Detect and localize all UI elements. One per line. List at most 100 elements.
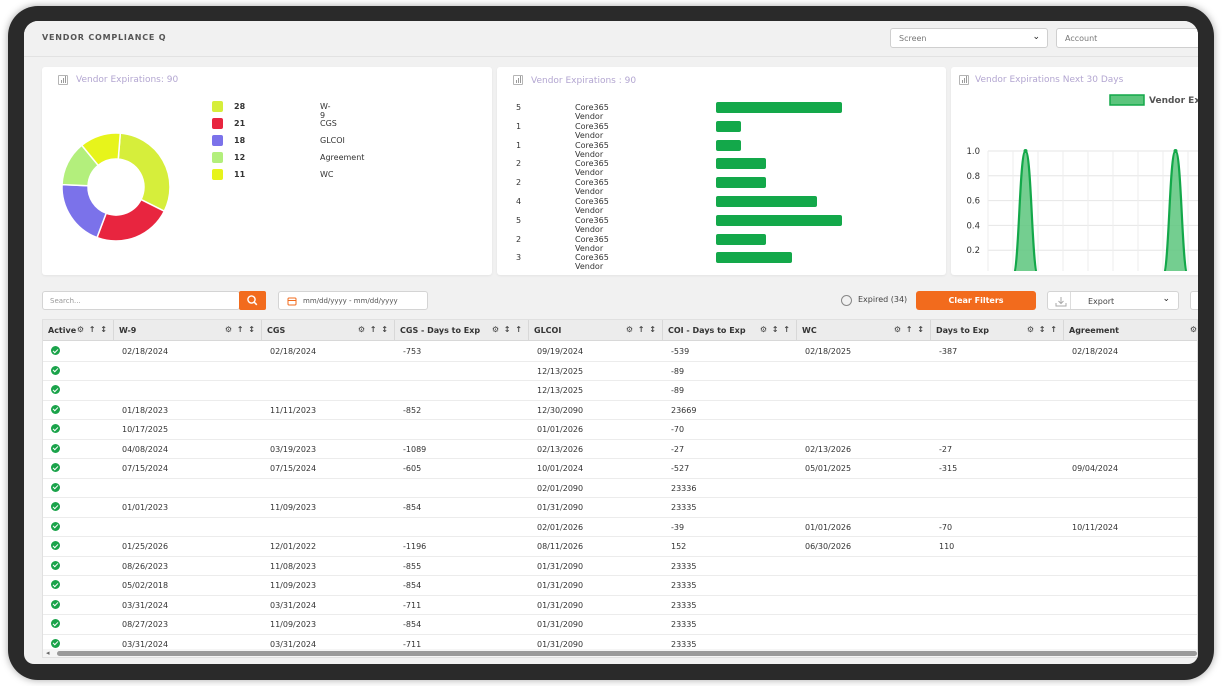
table-cell: 04/08/2024	[122, 444, 169, 454]
table-cell: 06/30/2026	[805, 542, 852, 551]
search-input[interactable]: Search...	[42, 291, 240, 310]
table-cell: 03/31/2024	[270, 639, 317, 649]
table-cell: 01/31/2090	[537, 503, 584, 512]
bar-mark[interactable]	[716, 252, 792, 264]
donut-slice-w-9[interactable]	[117, 132, 171, 213]
sort-icon[interactable]: ⚙ ↑ ↕	[626, 325, 657, 334]
legend-label: Agreement	[320, 153, 365, 162]
sort-icon[interactable]: ⚙ ↕ ↑	[492, 325, 523, 334]
column-header[interactable]: COI - Days to Exp ⚙ ↕ ↑	[663, 320, 797, 341]
table-row[interactable]: 08/26/2023 11/08/2023 -855 01/31/2090 23335	[43, 557, 1197, 576]
table-cell: 152	[671, 542, 687, 551]
table-row[interactable]: 07/15/2024 07/15/2024 -605 10/01/2024 -527 05…	[43, 459, 1197, 479]
bar-chart: 5 Core365 Vendor 1 Core365 Vendor 1 Core365 V…	[516, 99, 936, 271]
legend-label[interactable]: Vendor Exp	[1149, 96, 1198, 106]
table-cell: 09/19/2024	[537, 347, 584, 356]
table-cell: 01/31/2090	[537, 581, 584, 590]
bar-mark[interactable]	[716, 158, 767, 170]
clear-filters-button[interactable]: Clear Filters	[916, 291, 1036, 310]
table-cell: -387	[939, 347, 958, 356]
bar-chart-icon	[959, 75, 969, 85]
column-header[interactable]: W-9 ⚙ ↑ ↕	[114, 320, 262, 341]
legend-swatch	[212, 152, 223, 163]
bar-mark[interactable]	[716, 120, 742, 132]
table-row[interactable]: 02/18/2024 02/18/2024 -753 09/19/2024 -539 02…	[43, 342, 1197, 362]
column-header-label: WC	[802, 326, 817, 335]
column-header[interactable]: Agreement ⚙	[1064, 320, 1197, 341]
table-cell: 01/01/2026	[537, 425, 584, 434]
line-card-title: Vendor Expirations Next 30 Days	[975, 75, 1124, 85]
table-cell: 02/13/2026	[805, 444, 852, 454]
sort-icon[interactable]: ⚙ ↕ ↑	[760, 325, 791, 334]
table-row[interactable]: 02/01/2026 -39 01/01/2026 -70 10/11/2024	[43, 518, 1197, 537]
table-row[interactable]: 08/27/2023 11/09/2023 -854 01/31/2090 23335	[43, 615, 1197, 635]
column-header-label: Active	[48, 326, 77, 335]
table-cell: -854	[403, 503, 422, 512]
sort-icon[interactable]: ⚙ ↑ ↕	[894, 325, 925, 334]
scroll-left-icon[interactable]: ◂	[46, 649, 50, 657]
donut-slice-glcoi[interactable]	[61, 183, 108, 239]
legend-label: WC	[320, 170, 334, 179]
table-row[interactable]: 03/31/2024 03/31/2024 -711 01/31/2090 23335	[43, 596, 1197, 615]
sort-icon[interactable]: ⚙ ↑ ↕	[225, 325, 256, 334]
search-button[interactable]	[239, 291, 266, 310]
check-circle-icon	[51, 599, 60, 609]
legend-swatch	[212, 135, 223, 146]
table-cell: -89	[671, 366, 685, 376]
data-point[interactable]	[1173, 149, 1178, 153]
bar-category-label: Core365 Vendor	[575, 140, 609, 159]
date-range-input[interactable]: mm/dd/yyyy - mm/dd/yyyy	[278, 291, 428, 310]
column-header[interactable]: WC ⚙ ↑ ↕	[797, 320, 931, 341]
bar-count-label: 2	[516, 178, 522, 188]
data-point[interactable]	[1023, 149, 1028, 153]
table-row[interactable]: 05/02/2018 11/09/2023 -854 01/31/2090 23335	[43, 576, 1197, 596]
account-select[interactable]: Account	[1056, 28, 1198, 48]
column-header[interactable]: Active ⚙ ↑ ↕	[43, 320, 114, 341]
bar-category-label: Core365 Vendor	[575, 121, 609, 140]
column-header-label: W-9	[119, 326, 137, 335]
expired-radio[interactable]	[841, 295, 852, 306]
column-header-label: GLCOI	[534, 326, 562, 335]
column-header[interactable]: GLCOI ⚙ ↑ ↕	[529, 320, 663, 341]
horizontal-scrollbar[interactable]: ◂	[43, 649, 1197, 657]
bar-card: Vendor Expirations : 90 5 Core365 Vendor 1…	[497, 67, 946, 275]
bar-mark[interactable]	[716, 214, 842, 226]
scrollbar-thumb[interactable]	[57, 651, 1197, 656]
column-header[interactable]: Days to Exp ⚙ ↕ ↑	[931, 320, 1064, 341]
table-cell: 12/13/2025	[537, 366, 584, 376]
donut-slice-cgs[interactable]	[96, 198, 166, 242]
table-row[interactable]: 01/18/2023 11/11/2023 -852 12/30/2090 23669	[43, 401, 1197, 420]
table-cell: 01/31/2090	[537, 561, 584, 571]
bar-mark[interactable]	[716, 102, 842, 113]
table-cell: 02/01/2090	[537, 483, 584, 493]
sort-icon[interactable]: ⚙ ↑ ↕	[358, 325, 389, 334]
bar-mark[interactable]	[716, 139, 742, 151]
table-row[interactable]: 04/08/2024 03/19/2023 -1089 02/13/2026 -27 02…	[43, 440, 1197, 459]
bar-mark[interactable]	[716, 233, 767, 245]
table-cell: -539	[671, 347, 690, 356]
sort-icon[interactable]: ⚙	[1190, 325, 1197, 334]
bar-mark[interactable]	[716, 177, 767, 189]
column-header[interactable]: CGS ⚙ ↑ ↕	[262, 320, 395, 341]
table-cell: 23335	[671, 581, 697, 590]
screen-select[interactable]: Screen ⌄	[890, 28, 1048, 48]
export-select[interactable]: Export ⌄	[1047, 291, 1179, 310]
table-cell: 01/31/2090	[537, 600, 584, 610]
column-header[interactable]: CGS - Days to Exp ⚙ ↕ ↑	[395, 320, 529, 341]
sort-icon[interactable]: ⚙ ↕ ↑	[1027, 325, 1058, 334]
table-row[interactable]: 12/13/2025 -89	[43, 362, 1197, 381]
sort-icon[interactable]: ⚙ ↑ ↕	[77, 325, 108, 334]
check-circle-icon	[51, 521, 60, 531]
table-row[interactable]: 02/01/2090 23336	[43, 479, 1197, 498]
bar-category-label: Core365 Vendor	[575, 159, 609, 178]
table-row[interactable]: 01/25/2026 12/01/2022 -1196 08/11/2026 152 06…	[43, 537, 1197, 557]
table-cell: -70	[671, 425, 685, 434]
table-row[interactable]: 01/01/2023 11/09/2023 -854 01/31/2090 23335	[43, 498, 1197, 518]
table-cell: 07/15/2024	[270, 464, 317, 473]
table-row[interactable]: 10/17/2025 01/01/2026 -70	[43, 420, 1197, 440]
screen-select-value: Screen	[899, 34, 927, 43]
check-circle-icon	[51, 404, 60, 414]
bar-mark[interactable]	[716, 196, 817, 207]
table-row[interactable]: 12/13/2025 -89	[43, 381, 1197, 401]
more-options-button[interactable]	[1190, 291, 1198, 310]
